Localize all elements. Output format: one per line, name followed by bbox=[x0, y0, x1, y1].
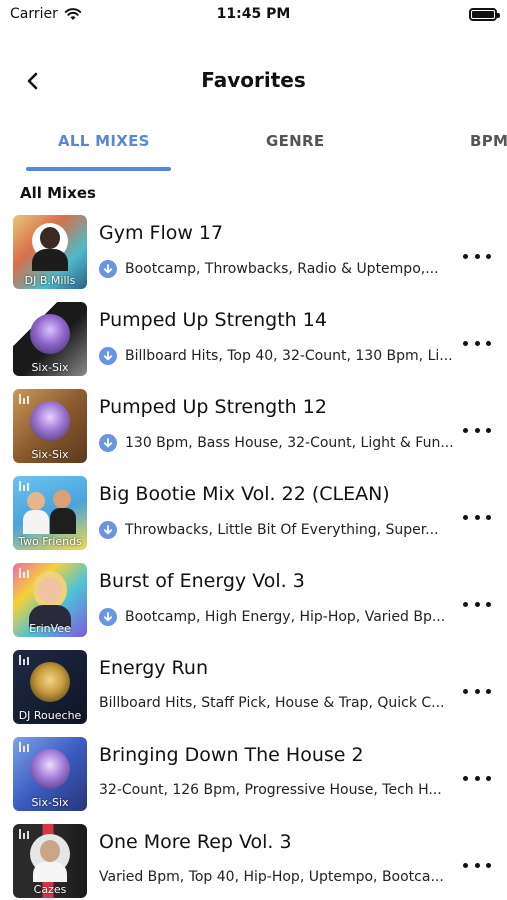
clock: 11:45 PM bbox=[216, 6, 291, 22]
more-options-button[interactable] bbox=[463, 684, 491, 698]
mix-tags: Bootcamp, High Energy, Hip-Hop, Varied B… bbox=[99, 608, 454, 626]
downloaded-icon bbox=[99, 347, 117, 365]
mix-artwork: Cazes bbox=[13, 824, 87, 898]
filter-tabs: ALL MIXES GENRE BPM bbox=[0, 122, 507, 172]
mix-title: Pumped Up Strength 14 bbox=[99, 309, 327, 331]
mix-tags: Bootcamp, Throwbacks, Radio & Uptempo,..… bbox=[99, 260, 454, 278]
mix-artist: Six-Six bbox=[31, 361, 69, 374]
mix-artwork: ErinVee bbox=[13, 563, 87, 637]
list-item[interactable]: DJ B.Mills Gym Flow 17 Bootcamp, Throwba… bbox=[0, 215, 507, 302]
more-options-button[interactable] bbox=[463, 249, 491, 263]
downloaded-icon bbox=[99, 434, 117, 452]
mix-tags-text: 32-Count, 126 Bpm, Progressive House, Te… bbox=[99, 782, 442, 798]
mix-artist: Cazes bbox=[33, 883, 67, 896]
list-item[interactable]: Cazes One More Rep Vol. 3 Varied Bpm, To… bbox=[0, 824, 507, 900]
more-options-button[interactable] bbox=[463, 510, 491, 524]
tab-genre[interactable]: GENRE bbox=[266, 132, 324, 150]
active-tab-indicator bbox=[26, 167, 171, 171]
list-item[interactable]: ErinVee Burst of Energy Vol. 3 Bootcamp,… bbox=[0, 563, 507, 650]
mix-tags: 32-Count, 126 Bpm, Progressive House, Te… bbox=[99, 782, 454, 798]
page-title: Favorites bbox=[201, 68, 306, 92]
downloaded-icon bbox=[99, 521, 117, 539]
mix-tags: Billboard Hits, Top 40, 32-Count, 130 Bp… bbox=[99, 347, 454, 365]
mix-artwork: DJ B.Mills bbox=[13, 215, 87, 289]
more-options-button[interactable] bbox=[463, 597, 491, 611]
list-item[interactable]: DJ Roueche Energy Run Billboard Hits, St… bbox=[0, 650, 507, 737]
more-options-button[interactable] bbox=[463, 858, 491, 872]
mix-tags-text: Bootcamp, Throwbacks, Radio & Uptempo,..… bbox=[125, 261, 439, 277]
mix-tags-text: Varied Bpm, Top 40, Hip-Hop, Uptempo, Bo… bbox=[99, 869, 444, 885]
more-options-button[interactable] bbox=[463, 336, 491, 350]
mix-artist: Two Friends bbox=[18, 535, 82, 548]
mix-title: Gym Flow 17 bbox=[99, 222, 224, 244]
tab-all-mixes[interactable]: ALL MIXES bbox=[58, 132, 150, 150]
mix-title: Big Bootie Mix Vol. 22 (CLEAN) bbox=[99, 483, 390, 505]
mix-artist: Six-Six bbox=[31, 448, 69, 461]
mix-title: Pumped Up Strength 12 bbox=[99, 396, 327, 418]
mix-artist: DJ B.Mills bbox=[24, 274, 76, 287]
mix-list: DJ B.Mills Gym Flow 17 Bootcamp, Throwba… bbox=[0, 215, 507, 900]
mix-tags: Billboard Hits, Staff Pick, House & Trap… bbox=[99, 695, 454, 711]
downloaded-icon bbox=[99, 260, 117, 278]
mix-tags-text: Billboard Hits, Staff Pick, House & Trap… bbox=[99, 695, 445, 711]
mix-tags: Throwbacks, Little Bit Of Everything, Su… bbox=[99, 521, 454, 539]
downloaded-icon bbox=[99, 608, 117, 626]
battery-icon bbox=[469, 8, 500, 21]
mix-tags: Varied Bpm, Top 40, Hip-Hop, Uptempo, Bo… bbox=[99, 869, 454, 885]
mix-tags: 130 Bpm, Bass House, 32-Count, Light & F… bbox=[99, 434, 454, 452]
list-item[interactable]: Six-Six Pumped Up Strength 12 130 Bpm, B… bbox=[0, 389, 507, 476]
mix-artwork: Six-Six bbox=[13, 389, 87, 463]
mix-artwork: Six-Six bbox=[13, 737, 87, 811]
mix-title: Bringing Down The House 2 bbox=[99, 744, 364, 766]
more-options-button[interactable] bbox=[463, 423, 491, 437]
list-item[interactable]: Two Friends Big Bootie Mix Vol. 22 (CLEA… bbox=[0, 476, 507, 563]
mix-tags-text: Bootcamp, High Energy, Hip-Hop, Varied B… bbox=[125, 609, 446, 625]
mix-artwork: Six-Six bbox=[13, 302, 87, 376]
list-item[interactable]: Six-Six Pumped Up Strength 14 Billboard … bbox=[0, 302, 507, 389]
list-item[interactable]: Six-Six Bringing Down The House 2 32-Cou… bbox=[0, 737, 507, 824]
mix-title: Burst of Energy Vol. 3 bbox=[99, 570, 305, 592]
mix-artist: DJ Roueche bbox=[18, 709, 82, 722]
tab-bpm[interactable]: BPM bbox=[470, 132, 507, 150]
mix-title: One More Rep Vol. 3 bbox=[99, 831, 292, 853]
status-bar: Carrier 11:45 PM bbox=[0, 0, 507, 30]
mix-tags-text: Throwbacks, Little Bit Of Everything, Su… bbox=[125, 522, 439, 538]
section-title: All Mixes bbox=[20, 184, 96, 202]
mix-tags-text: 130 Bpm, Bass House, 32-Count, Light & F… bbox=[125, 435, 454, 451]
more-options-button[interactable] bbox=[463, 771, 491, 785]
navigation-bar: Favorites bbox=[0, 58, 507, 102]
mix-artist: Six-Six bbox=[31, 796, 69, 809]
mix-artwork: Two Friends bbox=[13, 476, 87, 550]
mix-title: Energy Run bbox=[99, 657, 208, 679]
mix-tags-text: Billboard Hits, Top 40, 32-Count, 130 Bp… bbox=[125, 348, 453, 364]
mix-artwork: DJ Roueche bbox=[13, 650, 87, 724]
mix-artist: ErinVee bbox=[29, 622, 71, 635]
